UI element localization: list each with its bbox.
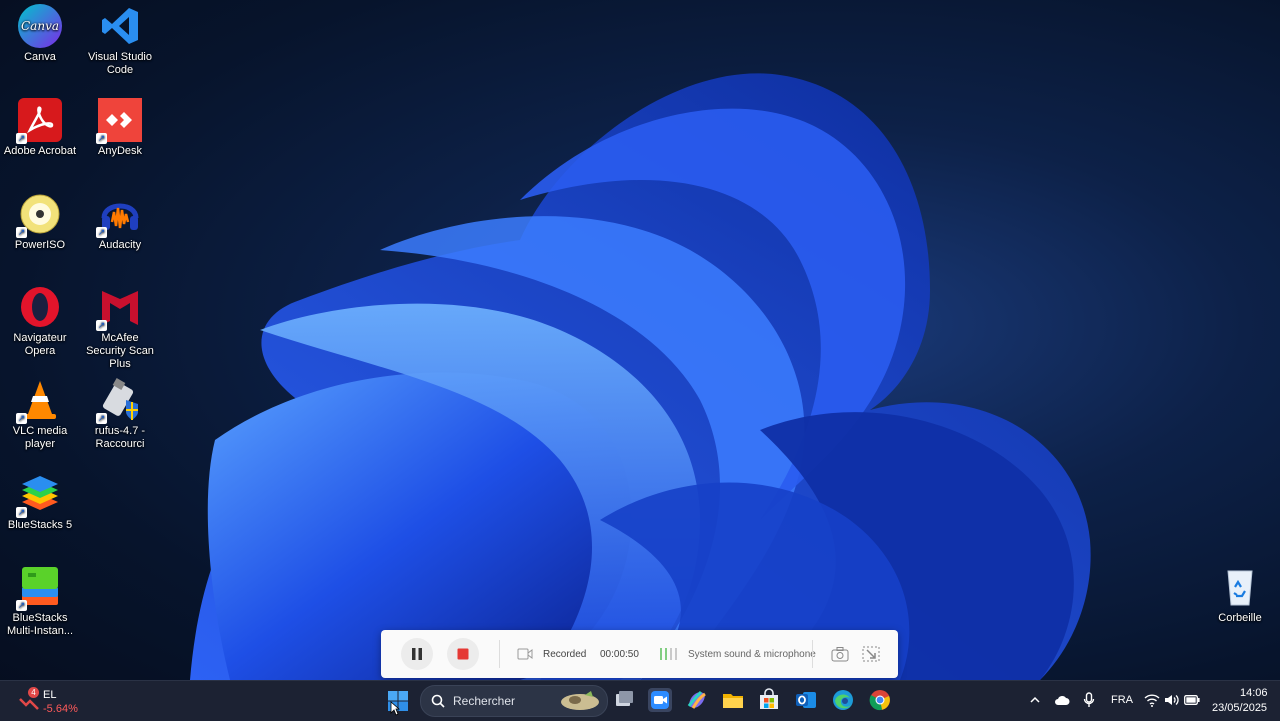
pause-button[interactable]	[401, 638, 433, 670]
desktop-icon-label: Canva	[24, 51, 56, 63]
shortcut-arrow-icon: ↗	[16, 507, 27, 518]
store-icon	[760, 688, 778, 709]
audio-source-label[interactable]: System sound & microphone	[688, 649, 816, 660]
chrome-icon	[869, 690, 890, 711]
shortcut-arrow-icon: ↗	[96, 227, 107, 238]
search-icon	[431, 694, 445, 708]
taskbar-app-copilot[interactable]	[685, 688, 709, 712]
divider	[499, 640, 500, 668]
taskbar-app-store[interactable]	[757, 688, 781, 712]
vscode-icon	[98, 4, 142, 48]
acrobat-icon: ↗	[16, 98, 62, 144]
screen-recorder-bar: Recorded 00:00:50 System sound & microph…	[381, 630, 898, 678]
divider	[812, 640, 813, 668]
opera-icon	[18, 285, 62, 329]
shortcut-arrow-icon: ↗	[16, 227, 27, 238]
taskbar-app-outlook[interactable]	[794, 688, 818, 712]
desktop-icon-rufus[interactable]: ↗ rufus-4.7 - Raccourci	[80, 378, 160, 451]
desktop-icon-label: rufus-4.7 - Raccourci	[94, 425, 146, 450]
onedrive-cloud-icon[interactable]	[1054, 694, 1070, 706]
taskbar-app-edge[interactable]	[831, 688, 855, 712]
desktop-icon-poweriso[interactable]: ↗ PowerISO	[0, 192, 80, 252]
notification-badge: 4	[28, 687, 39, 698]
poweriso-icon: ↗	[16, 192, 62, 238]
recording-status: Recorded	[543, 649, 587, 660]
recording-timer: 00:00:50	[600, 649, 639, 660]
desktop-icon-bluestacks[interactable]: ↗ BlueStacks 5	[0, 472, 80, 532]
clock-time[interactable]: 14:06	[1240, 687, 1268, 699]
battery-icon[interactable]	[1184, 695, 1200, 705]
mcafee-icon: ↗	[96, 285, 142, 331]
desktop-icon-vlc[interactable]: ↗ VLC media player	[0, 378, 80, 451]
bluestacks-multi-icon: ↗	[16, 565, 62, 611]
desktop-icon-label: Visual Studio Code	[87, 51, 152, 76]
search-highlight-icon	[561, 691, 599, 710]
shortcut-arrow-icon: ↗	[16, 413, 27, 424]
mouse-cursor-icon	[390, 701, 400, 716]
shortcut-arrow-icon: ↗	[16, 600, 27, 611]
folder-icon	[723, 694, 743, 708]
outlook-icon	[796, 692, 816, 708]
wallpaper-bloom	[190, 73, 1091, 680]
edge-icon	[833, 690, 853, 710]
shortcut-arrow-icon: ↗	[96, 320, 107, 331]
desktop-icon-label: Navigateur Opera	[13, 332, 67, 357]
stop-button[interactable]	[447, 638, 479, 670]
camera-off-icon[interactable]	[517, 647, 533, 661]
desktop-icon-label: McAfee Security Scan Plus	[86, 332, 154, 370]
desktop-icon-vscode[interactable]: Visual Studio Code	[80, 4, 160, 77]
search-box[interactable]: Rechercher	[420, 685, 608, 717]
desktop-icon-label: BlueStacks Multi-Instan...	[6, 612, 74, 637]
canva-icon: Canva	[18, 4, 62, 48]
desktop-icon-opera[interactable]: Navigateur Opera	[0, 285, 80, 358]
anydesk-icon: ↗	[96, 98, 142, 144]
desktop-icon-anydesk[interactable]: ↗ AnyDesk	[80, 98, 160, 158]
desktop-icon-mcafee[interactable]: ↗ McAfee Security Scan Plus	[80, 285, 160, 371]
audio-level-icon[interactable]	[659, 646, 681, 662]
desktop-icon-acrobat[interactable]: ↗ Adobe Acrobat	[0, 98, 80, 158]
collapse-arrow-icon[interactable]	[862, 646, 880, 662]
shortcut-arrow-icon: ↗	[96, 413, 107, 424]
screenshot-camera-icon[interactable]	[831, 646, 849, 662]
taskbar-app-file-explorer[interactable]	[721, 688, 745, 712]
task-view-button[interactable]	[612, 688, 636, 712]
desktop-icon-label: PowerISO	[14, 239, 66, 251]
desktop-icon-recycle-bin[interactable]: Corbeille	[1200, 565, 1280, 625]
desktop-icon-bluestacks-multi[interactable]: ↗ BlueStacks Multi-Instan...	[0, 565, 80, 638]
desktop-icon-canva[interactable]: Canva Canva	[0, 4, 80, 64]
desktop-icon-label: Audacity	[98, 239, 142, 251]
input-language[interactable]: FRA	[1111, 694, 1133, 706]
audacity-icon: ↗	[96, 192, 142, 238]
desktop-icon-label: VLC media player	[12, 425, 68, 450]
volume-icon[interactable]	[1164, 693, 1180, 707]
taskbar-app-zoom[interactable]	[648, 688, 672, 712]
desktop-icon-label: AnyDesk	[97, 145, 143, 157]
stock-widget[interactable]: 4 EL -5.64%	[14, 685, 94, 717]
shortcut-arrow-icon: ↗	[96, 133, 107, 144]
desktop-icon-label: Adobe Acrobat	[3, 145, 77, 157]
pause-icon	[412, 648, 422, 660]
clock-date[interactable]: 23/05/2025	[1212, 702, 1267, 714]
desktop-icon-audacity[interactable]: ↗ Audacity	[80, 192, 160, 252]
rufus-icon: ↗	[96, 378, 142, 424]
copilot-icon	[687, 690, 706, 709]
microphone-icon[interactable]	[1083, 692, 1095, 708]
search-placeholder: Rechercher	[453, 694, 516, 708]
desktop-icon-label: BlueStacks 5	[7, 519, 73, 531]
wifi-icon[interactable]	[1144, 693, 1160, 707]
vlc-icon: ↗	[16, 378, 62, 424]
recycle-bin-icon	[1218, 565, 1262, 609]
taskbar-app-chrome[interactable]	[868, 688, 892, 712]
show-hidden-icons-chevron-icon[interactable]	[1029, 694, 1041, 706]
shortcut-arrow-icon: ↗	[16, 133, 27, 144]
zoom-icon	[651, 691, 669, 709]
bluestacks-icon: ↗	[16, 472, 62, 518]
task-view-icon	[616, 691, 633, 706]
desktop-icon-label: Corbeille	[1218, 612, 1262, 624]
stock-name: EL	[43, 689, 57, 701]
stock-change: -5.64%	[43, 703, 78, 715]
stop-icon	[457, 648, 469, 660]
